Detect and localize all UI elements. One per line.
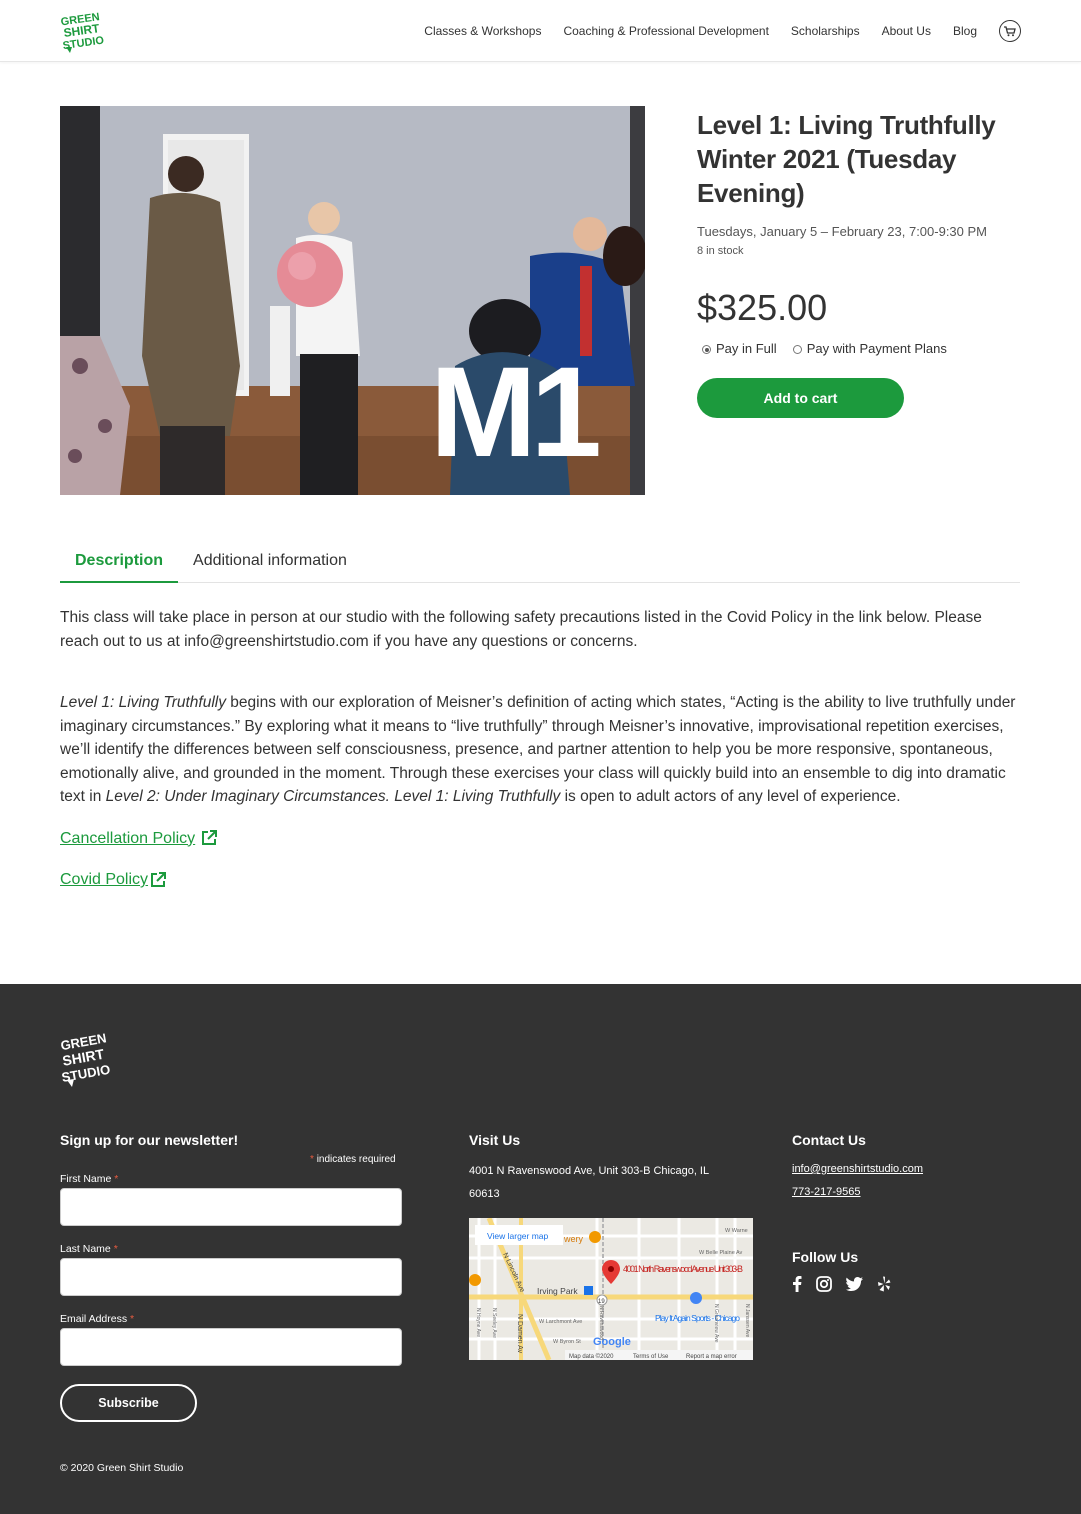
email-label: Email Address *: [60, 1313, 135, 1325]
description-paragraph-1: This class will take place in person at …: [60, 609, 982, 650]
map-label-play-it-again: Play It Again Sports - Chicago: [655, 1313, 740, 1323]
social-links: [792, 1276, 905, 1292]
visit-heading: Visit Us: [469, 1132, 521, 1148]
first-name-label: First Name *: [60, 1173, 119, 1185]
map-street-seeley: N Seeley Ave: [491, 1308, 497, 1338]
product-image[interactable]: M1: [60, 106, 645, 495]
required-note-text: indicates required: [316, 1154, 396, 1165]
map-street-greenview: N Greenview Ave: [713, 1304, 719, 1343]
first-name-label-text: First Name: [60, 1173, 112, 1185]
pay-in-full-label: Pay in Full: [716, 341, 777, 356]
covid-policy-link[interactable]: Covid Policy: [60, 868, 1022, 892]
instagram-icon[interactable]: [816, 1276, 832, 1292]
copyright: © 2020 Green Shirt Studio: [60, 1462, 184, 1474]
covid-policy-label: Covid Policy: [60, 871, 149, 888]
payment-options: Pay in Full Pay with Payment Plans: [697, 341, 1027, 356]
email-label-text: Email Address: [60, 1313, 128, 1325]
email-input[interactable]: [60, 1328, 402, 1366]
cancellation-policy-label: Cancellation Policy: [60, 829, 196, 847]
map-street-larchmont: W Larchmont Ave: [539, 1319, 582, 1325]
description-panel: This class will take place in person at …: [60, 606, 1022, 910]
class-photo: M1: [60, 106, 645, 495]
map-label-irving-park: Irving Park: [537, 1286, 578, 1296]
last-name-input[interactable]: [60, 1258, 402, 1296]
view-larger-map-link[interactable]: View larger map: [487, 1231, 549, 1241]
last-name-label-text: Last Name: [60, 1243, 111, 1255]
last-name-label: Last Name *: [60, 1243, 118, 1255]
map-data-credit: Map data ©2020: [569, 1353, 614, 1360]
tab-additional-information[interactable]: Additional information: [178, 541, 362, 583]
external-link-icon: [202, 830, 218, 846]
facebook-icon[interactable]: [792, 1276, 802, 1292]
product-tabs: Description Additional information: [60, 541, 1020, 583]
product-summary: Level 1: Living Truthfully Winter 2021 (…: [697, 108, 1027, 418]
map-street-damen: N Damen Av: [516, 1314, 523, 1354]
map-street-warner: W Warne: [725, 1228, 748, 1234]
product-title: Level 1: Living Truthfully Winter 2021 (…: [697, 110, 996, 208]
pay-in-full-option[interactable]: Pay in Full: [697, 341, 777, 356]
map-label-brewery: wery: [563, 1234, 584, 1244]
add-to-cart-button[interactable]: Add to cart: [697, 378, 904, 418]
first-name-input[interactable]: [60, 1188, 402, 1226]
product-price: $325.00: [697, 287, 828, 328]
newsletter-heading: Sign up for our newsletter!: [60, 1132, 239, 1148]
map-street-belle-plaine: W Belle Plaine Av: [699, 1250, 743, 1256]
follow-heading: Follow Us: [792, 1249, 859, 1265]
contact-heading: Contact Us: [792, 1132, 866, 1148]
nav-blog[interactable]: Blog: [953, 24, 977, 38]
google-wordmark: Google: [593, 1336, 631, 1348]
product-dates: Tuesdays, January 5 – February 23, 7:00-…: [697, 224, 988, 239]
required-note: * indicates required: [310, 1154, 396, 1165]
green-shirt-studio-logo[interactable]: GREEN SHIRT STUDIO: [60, 9, 112, 53]
map-route-badge: 19: [598, 1299, 605, 1305]
yelp-icon[interactable]: [877, 1276, 891, 1292]
cancellation-policy-link[interactable]: Cancellation Policy: [60, 827, 1022, 851]
contact-phone-link[interactable]: 773-217-9565: [792, 1186, 861, 1198]
map-street-ravenswood: N Ravenswood: [598, 1306, 604, 1340]
cart-icon: [1004, 25, 1016, 36]
payment-plans-option[interactable]: Pay with Payment Plans: [785, 341, 947, 356]
map-street-janssen: N Janssen Ave: [744, 1304, 750, 1337]
map-street-hoyne: N Hoyne Ave: [475, 1308, 481, 1337]
map-pin-label: 4001 North Ravenswood Avenue Unit 303-B: [623, 1264, 743, 1274]
nav-scholarships[interactable]: Scholarships: [791, 24, 860, 38]
site-header: GREEN SHIRT STUDIO Classes & Workshops C…: [0, 0, 1081, 62]
external-link-icon: [151, 871, 167, 887]
subscribe-button[interactable]: Subscribe: [60, 1384, 197, 1422]
description-paragraph-2: Level 1: Living Truthfully begins with o…: [60, 691, 1022, 809]
twitter-icon[interactable]: [846, 1277, 863, 1291]
tab-description[interactable]: Description: [60, 541, 179, 583]
image-overlay-m1: M1: [430, 341, 599, 484]
main-nav: Classes & Workshops Coaching & Professio…: [402, 0, 1021, 62]
site-footer: GREEN SHIRT STUDIO Sign up for our newsl…: [0, 984, 1081, 1514]
contact-email-link[interactable]: info@greenshirtstudio.com: [792, 1163, 923, 1175]
stock-status: 8 in stock: [697, 245, 744, 257]
map-report-error-link[interactable]: Report a map error: [686, 1354, 737, 1360]
map-terms-link[interactable]: Terms of Use: [633, 1354, 669, 1360]
level2-title: Level 2: Under Imaginary Circumstances. …: [105, 788, 561, 805]
footer-logo[interactable]: GREEN SHIRT STUDIO: [60, 1028, 122, 1088]
description-text-end: is open to adult actors of any level of …: [560, 788, 901, 805]
payment-plans-label: Pay with Payment Plans: [806, 341, 947, 356]
cart-button[interactable]: [999, 20, 1021, 42]
nav-coaching[interactable]: Coaching & Professional Development: [563, 24, 768, 38]
map-street-byron: W Byron St: [553, 1339, 581, 1345]
pay-in-full-radio[interactable]: [702, 345, 711, 354]
google-map[interactable]: View larger map wery Irving Park 19 4001…: [469, 1218, 753, 1360]
nav-classes-workshops[interactable]: Classes & Workshops: [424, 24, 541, 38]
nav-about-us[interactable]: About Us: [882, 24, 931, 38]
payment-plans-radio[interactable]: [792, 345, 802, 354]
level1-title: Level 1: Living Truthfully: [60, 694, 226, 711]
address: 4001 N Ravenswood Ave, Unit 303-B Chicag…: [469, 1165, 709, 1200]
